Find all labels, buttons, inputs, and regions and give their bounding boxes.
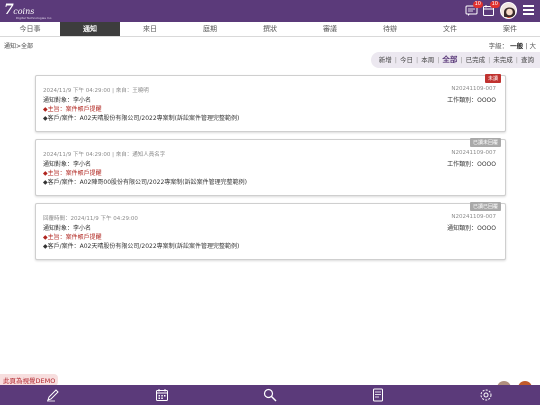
font-size-label: 字級： [488,42,509,50]
notification-type: 工作類別：OOOO [447,161,496,168]
filter-completed[interactable]: 已完成 [466,56,486,64]
status-badge: 未讀 [484,74,501,83]
filter-uncompleted[interactable]: 未完成 [493,56,513,64]
calendar-badge: 10 [489,1,500,8]
font-size-selector: 字級： 一般 | 大 [489,40,536,50]
filter-bar: 新增 | 今日 | 本周 | 全部 | 已完成 | 未完成 | 查詢 [370,52,540,68]
notification-card[interactable]: 已讀未回覆 2024/11/9 下午 04:29:00 | 來自：通知人員名字 … [35,138,506,196]
edit-icon[interactable] [46,388,60,402]
notification-card[interactable]: 已讀已回覆 回覆時間：2024/11/9 下午 04:29:00 通知對象：李小… [35,202,506,260]
breadcrumb: 通知>全部 [4,43,34,50]
notification-type: 通知類別：OOOO [447,225,496,232]
notification-recipient: 通知對象：李小名 [43,97,92,104]
user-avatar[interactable] [500,2,517,19]
message-icon[interactable]: 10 [465,1,483,17]
document-icon[interactable] [371,388,385,402]
font-size-large[interactable]: 大 [530,42,537,50]
top-bar: 7coins Digital Technologies Inc. 10 10 [0,0,540,22]
filter-search[interactable]: 查詢 [521,56,534,64]
calendar-notice-icon[interactable]: 10 [482,1,500,17]
notification-recipient: 通知對象：李小名 [43,225,92,232]
tab-review[interactable]: 審議 [300,22,360,36]
notification-number: N20241109-007 [451,86,496,92]
tab-documents[interactable]: 文件 [420,22,480,36]
notification-case: ◆客戶/案件：A02陣哥00股份有限公司/2022專案制(訴訟案件管理完整範例) [43,179,247,186]
brand-logo[interactable]: 7coins Digital Technologies Inc. [4,2,52,20]
hamburger-menu-icon[interactable] [523,5,534,15]
filter-add[interactable]: 新增 [379,56,392,64]
main-tabs: 今日事 通知 來日 庭期 撰狀 審議 待辦 文件 案件 [0,22,540,37]
tab-today[interactable]: 今日事 [0,22,60,36]
notification-recipient: 通知對象：李小名 [43,161,92,168]
brand-word: coins [13,7,35,16]
notification-subject: ◆主旨：案件帳戶提醒 [43,170,102,177]
notification-number: N20241109-007 [451,150,496,156]
filter-week[interactable]: 本周 [421,56,434,64]
tab-notifications[interactable]: 通知 [60,22,120,36]
notification-case: ◆客戶/案件：A02天晴股份有限公司/2022專案制(訴訟案件管理完整範例) [43,115,240,122]
status-badge: 已讀未回覆 [469,138,501,147]
font-size-normal[interactable]: 一般 [510,42,523,50]
bottom-nav [0,385,540,405]
notification-meta: 2024/11/9 下午 04:29:00 | 來自：通知人員名字 [43,152,166,158]
filter-all[interactable]: 全部 [442,55,457,64]
tab-todo[interactable]: 待辦 [360,22,420,36]
notification-number: N20241109-007 [451,214,496,220]
notification-case: ◆客戶/案件：A02天晴股份有限公司/2022專案制(訴訟案件管理完整範例) [43,243,240,250]
notification-subject: ◆主旨：案件帳戶提醒 [43,106,102,113]
tab-drafting[interactable]: 撰狀 [240,22,300,36]
notification-subject: ◆主旨：案件帳戶提醒 [43,234,102,241]
notification-type: 工作類別：OOOO [447,97,496,104]
search-icon[interactable] [263,388,277,402]
status-badge: 已讀已回覆 [469,202,501,211]
settings-icon[interactable] [479,388,493,402]
brand-subtitle: Digital Technologies Inc. [16,16,53,20]
tab-cases[interactable]: 案件 [480,22,540,36]
brand-mark: 7 [4,2,14,18]
filter-today[interactable]: 今日 [400,56,413,64]
notification-meta: 回覆時間：2024/11/9 下午 04:29:00 [43,216,138,222]
tab-upcoming[interactable]: 來日 [120,22,180,36]
calendar-icon[interactable] [155,388,169,402]
tab-hearings[interactable]: 庭期 [180,22,240,36]
notification-card[interactable]: 未讀 2024/11/9 下午 04:29:00 | 來自：王曉明 通知對象：李… [35,74,506,132]
font-size-separator: | [525,42,528,50]
notification-meta: 2024/11/9 下午 04:29:00 | 來自：王曉明 [43,88,149,94]
